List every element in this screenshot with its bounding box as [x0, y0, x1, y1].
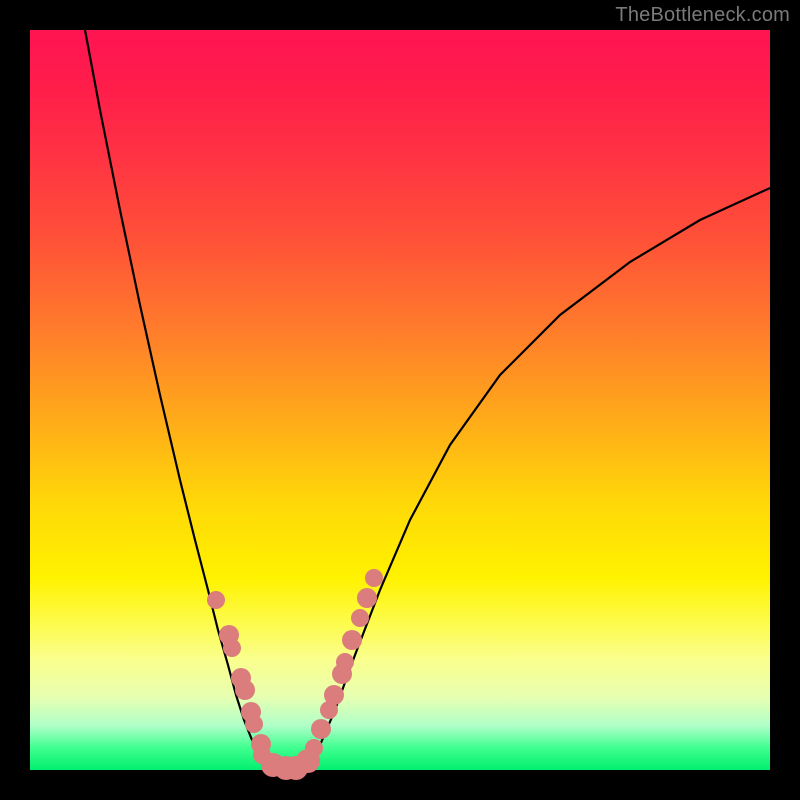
- data-point: [336, 653, 354, 671]
- data-point: [235, 680, 255, 700]
- data-point: [223, 639, 241, 657]
- data-point: [351, 609, 369, 627]
- chart-stage: TheBottleneck.com: [0, 0, 800, 800]
- plot-overlay: [30, 30, 770, 770]
- marker-group: [207, 569, 383, 780]
- data-point: [305, 739, 323, 757]
- data-point: [245, 715, 263, 733]
- data-point: [365, 569, 383, 587]
- data-point: [342, 630, 362, 650]
- watermark-text: TheBottleneck.com: [615, 4, 790, 27]
- curve-group: [85, 30, 770, 770]
- data-point: [357, 588, 377, 608]
- data-point: [324, 685, 344, 705]
- data-point: [311, 719, 331, 739]
- bottleneck-curve: [85, 30, 770, 770]
- data-point: [207, 591, 225, 609]
